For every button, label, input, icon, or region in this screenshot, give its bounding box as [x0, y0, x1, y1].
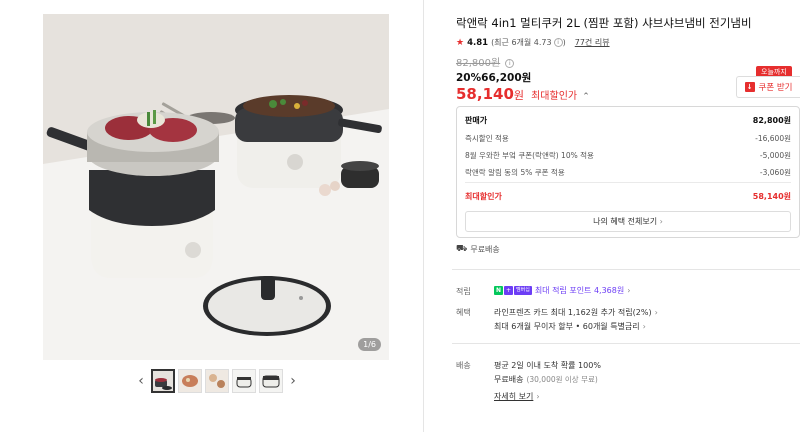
gallery-pane: 1/6 ‹ ›	[0, 0, 424, 432]
thumbnail-2[interactable]	[178, 369, 202, 393]
thumbnail-strip: ‹ ›	[134, 369, 300, 393]
benefits-label: 혜택	[456, 308, 471, 317]
breakdown-row: 락앤락 알림 동의 5% 쿠폰 적용 -3,060원	[465, 168, 791, 177]
review-count-link[interactable]: 77건 리뷰	[575, 37, 610, 48]
points-value[interactable]: N + 멤버십 최대 적립 포인트 4,368원 ›	[494, 285, 630, 296]
thumbnail-4[interactable]	[232, 369, 256, 393]
chevron-right-icon: ›	[536, 392, 540, 401]
thumbnail-3[interactable]	[205, 369, 229, 393]
installment-benefit[interactable]: 최대 6개월 무이자 할부 • 60개월 특별금리 ›	[494, 321, 646, 332]
divider	[452, 269, 800, 270]
delivery-label: 배송	[456, 361, 471, 370]
rating-row: ★ 4.81 (최근 6개월 4.73 i) 77건 리뷰	[456, 37, 610, 48]
delivery-details-link[interactable]: 자세히 보기 ›	[494, 391, 540, 402]
star-icon: ★	[456, 37, 465, 48]
product-page: 1/6 ‹ › 락앤락 4in1 멀티쿠커 2L (찜판 포함) 샤브샤브냄비 …	[0, 0, 800, 432]
divider	[465, 182, 791, 183]
thumbnail-5[interactable]	[259, 369, 283, 393]
free-shipping-info: ⛟ 무료배송	[456, 244, 500, 254]
chevron-right-icon: ›	[659, 217, 663, 226]
sale-price: 66,200원	[481, 72, 532, 84]
coupon-download-button[interactable]: ↓ 쿠폰 받기	[736, 76, 800, 98]
breakdown-row: 판매가 82,800원	[465, 116, 791, 125]
points-label: 적립	[456, 287, 471, 296]
rating-score: 4.81	[467, 37, 489, 48]
chevron-up-icon: ⌃	[582, 92, 590, 102]
original-price: 82,800원 i	[456, 54, 515, 69]
truck-icon: ⛟	[456, 244, 468, 254]
info-icon[interactable]: i	[505, 59, 515, 68]
download-icon: ↓	[744, 82, 755, 92]
chevron-right-icon: ›	[654, 308, 658, 317]
view-all-benefits-button[interactable]: 나의 혜택 전체보기 ›	[465, 211, 791, 232]
thumbnail-1[interactable]	[151, 369, 175, 393]
breakdown-total: 최대할인가 58,140원	[465, 192, 791, 201]
max-discount-price[interactable]: 58,140원 최대할인가 ⌃	[456, 84, 590, 103]
chevron-right-icon[interactable]: ›	[286, 370, 300, 392]
discount-price-row: 20%66,200원	[456, 70, 531, 85]
breakdown-row: 즉시할인 적용 -16,600원	[465, 134, 791, 143]
card-benefit[interactable]: 라인프렌즈 카드 최대 1,162원 추가 적립(2%) ›	[494, 307, 658, 318]
info-icon[interactable]: i	[553, 38, 563, 47]
rating-detail: (최근 6개월 4.73 i)	[491, 38, 566, 47]
product-title: 락앤락 4in1 멀티쿠커 2L (찜판 포함) 샤브샤브냄비 전기냄비	[456, 16, 752, 30]
product-info: 락앤락 4in1 멀티쿠커 2L (찜판 포함) 샤브샤브냄비 전기냄비 ★ 4…	[452, 0, 800, 432]
product-main-image[interactable]: 1/6	[43, 14, 389, 360]
chevron-right-icon: ›	[627, 286, 631, 295]
delivery-fee: 무료배송 (30,000원 이상 무료)	[494, 375, 598, 384]
discount-rate: 20%	[456, 72, 482, 84]
breakdown-row: 8월 우와한 부엌 쿠폰(락앤락) 10% 적용 -5,000원	[465, 151, 791, 160]
divider	[452, 343, 800, 344]
image-pager: 1/6	[358, 338, 381, 351]
chevron-left-icon[interactable]: ‹	[134, 370, 148, 392]
price-breakdown-box: 판매가 82,800원 즉시할인 적용 -16,600원 8월 우와한 부엌 쿠…	[456, 106, 800, 238]
chevron-right-icon: ›	[642, 322, 646, 331]
delivery-eta: 평균 2일 이내 도착 확률 100%	[494, 361, 601, 370]
naver-plus-membership-badge: N + 멤버십	[494, 286, 532, 295]
product-photo	[43, 14, 389, 360]
